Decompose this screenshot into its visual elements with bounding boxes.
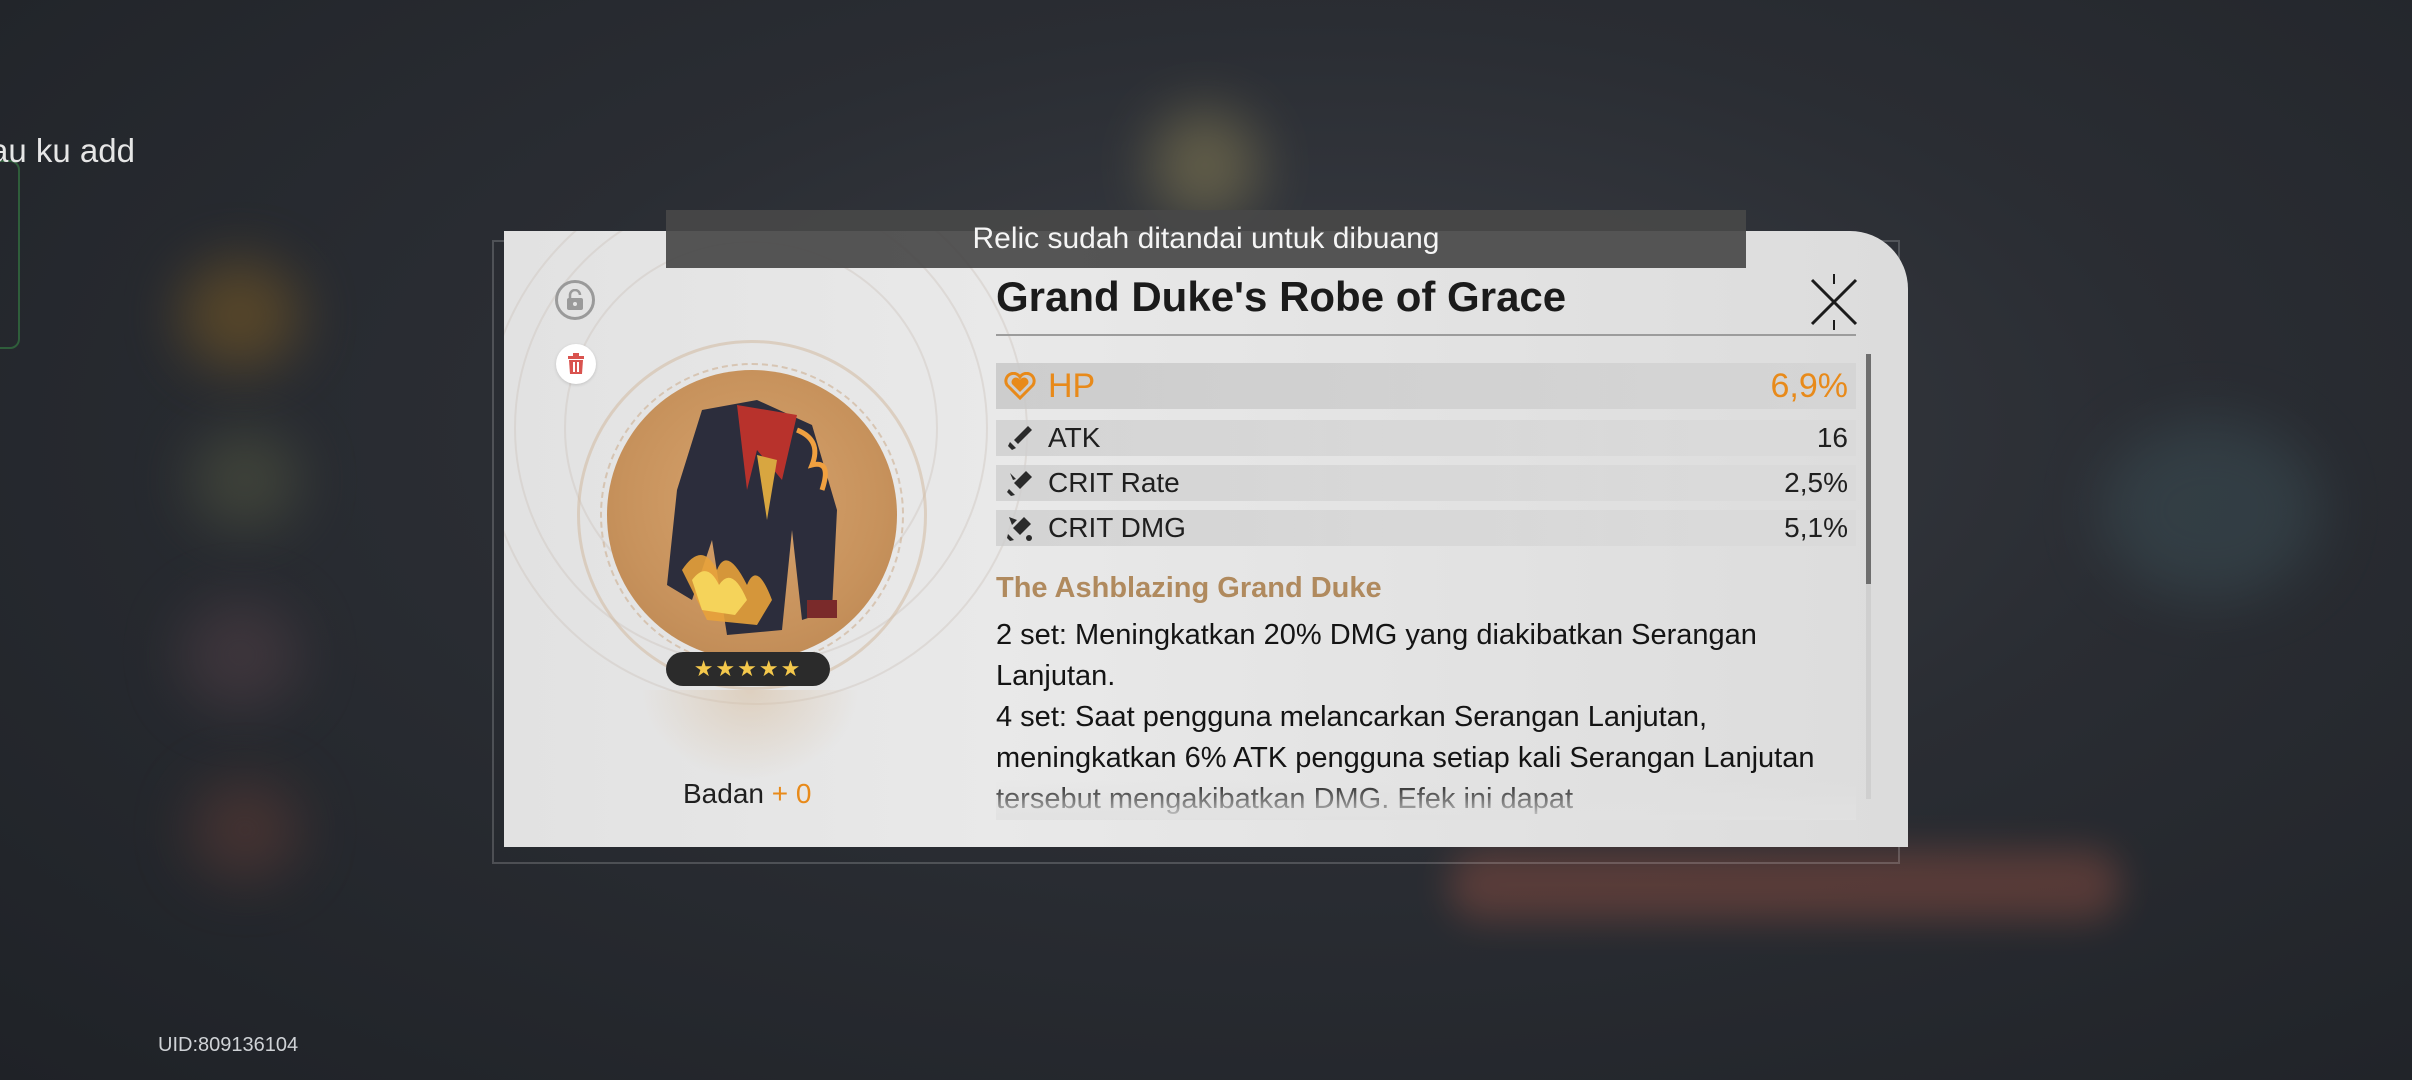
- main-stat-name: HP: [1048, 366, 1096, 405]
- scrollbar-thumb[interactable]: [1866, 354, 1871, 584]
- background-blob: [180, 600, 300, 710]
- title-divider: [996, 334, 1856, 336]
- sub-stat-row: CRIT Rate 2,5%: [996, 465, 1856, 501]
- uid-label: UID:809136104: [158, 1034, 299, 1056]
- toast-message: Relic sudah ditandai untuk dibuang: [666, 210, 1746, 268]
- slot-label: Badan + 0: [683, 778, 811, 810]
- close-button[interactable]: [1806, 274, 1862, 330]
- relic-image-frame: [577, 340, 927, 690]
- background-blob: [180, 260, 300, 370]
- crit-rate-icon: [1002, 468, 1038, 498]
- sub-stat-name: ATK: [1048, 422, 1101, 453]
- background-blob: [1150, 110, 1260, 220]
- rarity-stars: ★★★★★: [666, 652, 830, 686]
- background-blob: [2100, 420, 2320, 600]
- set-two-piece-effect: 2 set: Meningkatkan 20% DMG yang diakiba…: [996, 619, 1757, 692]
- discard-button[interactable]: [556, 344, 596, 384]
- sub-stat-row: ATK 16: [996, 420, 1856, 456]
- description-fade: [996, 780, 1856, 820]
- main-stat-row: HP 6,9%: [996, 363, 1856, 409]
- sub-stat-value: 5,1%: [1784, 512, 1848, 543]
- robe-icon: [667, 400, 837, 635]
- set-name: The Ashblazing Grand Duke: [996, 572, 1382, 604]
- lock-button[interactable]: [555, 280, 595, 320]
- background-chat-bubble: [0, 160, 20, 349]
- slot-name: Badan: [683, 778, 764, 809]
- sub-stat-name: CRIT DMG: [1048, 512, 1186, 543]
- sub-stat-name: CRIT Rate: [1048, 467, 1180, 498]
- unlock-icon: [567, 289, 583, 310]
- background-blob: [190, 780, 300, 880]
- sub-stat-row: CRIT DMG 5,1%: [996, 510, 1856, 546]
- relic-level: + 0: [771, 778, 812, 809]
- hp-icon: [1002, 371, 1038, 401]
- relic-image: [607, 370, 897, 660]
- background-chat-text: au ku add: [0, 132, 135, 169]
- atk-icon: [1002, 423, 1038, 453]
- background-blob: [190, 430, 300, 530]
- crit-dmg-icon: [1002, 513, 1038, 543]
- sub-stat-value: 2,5%: [1784, 467, 1848, 498]
- relic-title: Grand Duke's Robe of Grace: [996, 273, 1567, 320]
- sub-stat-value: 16: [1816, 422, 1848, 453]
- trash-icon: [568, 353, 584, 374]
- close-icon: [1810, 274, 1858, 330]
- pedestal-glow: [640, 690, 860, 780]
- main-stat-value: 6,9%: [1770, 366, 1849, 405]
- description-scrollbar[interactable]: [1866, 354, 1871, 799]
